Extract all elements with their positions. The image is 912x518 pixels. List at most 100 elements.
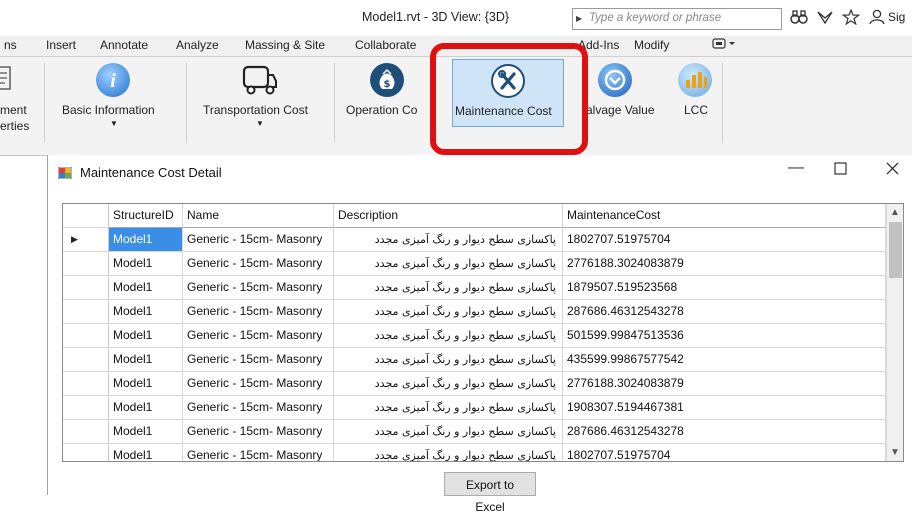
cell-description[interactable]: پاکسازی سطح دیوار و رنگ آمیزی مجدد — [334, 324, 563, 348]
tab-analyze[interactable]: Analyze — [176, 38, 219, 52]
cell-name[interactable]: Generic - 15cm- Masonry — [183, 300, 334, 324]
maximize-icon[interactable] — [834, 162, 847, 180]
expand-arrow-icon[interactable]: ▶ — [576, 14, 582, 23]
cell-maintenancecost[interactable]: 1802707.51975704 — [563, 444, 886, 461]
scroll-thumb[interactable] — [889, 222, 902, 278]
cell-description[interactable]: پاکسازی سطح دیوار و رنگ آمیزی مجدد — [334, 228, 563, 252]
tab-annotate[interactable]: Annotate — [100, 38, 148, 52]
properties-label-2: erties — [0, 119, 30, 133]
dropdown-arrow-icon[interactable]: ▼ — [110, 119, 118, 128]
transportation-cost-button[interactable]: Transportation Cost — [203, 103, 308, 117]
corner-cell[interactable] — [63, 204, 109, 228]
row-header[interactable] — [63, 372, 109, 396]
row-header[interactable] — [63, 348, 109, 372]
cell-structureid[interactable]: Model1 — [109, 372, 183, 396]
search-input[interactable]: ▶ Type a keyword or phrase — [572, 8, 782, 30]
communication-icon[interactable] — [816, 9, 834, 29]
row-header[interactable]: ▶ — [63, 228, 109, 252]
tab-modify[interactable]: Modify — [634, 38, 669, 52]
minimize-icon[interactable]: — — [788, 159, 804, 177]
row-header[interactable] — [63, 252, 109, 276]
panel-toggle-icon[interactable] — [712, 37, 738, 54]
scroll-up-icon[interactable]: ▲ — [890, 207, 900, 218]
dropdown-arrow-icon[interactable]: ▼ — [256, 119, 264, 128]
cell-name[interactable]: Generic - 15cm- Masonry — [183, 396, 334, 420]
cell-structureid[interactable]: Model1 — [109, 324, 183, 348]
cell-maintenancecost[interactable]: 1908307.5194467381 — [563, 396, 886, 420]
tab-massing-site[interactable]: Massing & Site — [245, 38, 325, 52]
ribbon-separator — [334, 63, 335, 143]
lcc-button[interactable]: LCC — [684, 103, 708, 117]
window-title: Model1.rvt - 3D View: {3D} — [362, 10, 510, 24]
cell-name[interactable]: Generic - 15cm- Masonry — [183, 276, 334, 300]
cell-maintenancecost[interactable]: 2776188.3024083879 — [563, 372, 886, 396]
cell-name[interactable]: Generic - 15cm- Masonry — [183, 348, 334, 372]
scroll-down-icon[interactable]: ▼ — [890, 447, 900, 458]
search-placeholder: Type a keyword or phrase — [589, 12, 722, 24]
tab-ns[interactable]: ns — [4, 38, 17, 52]
row-header[interactable] — [63, 300, 109, 324]
cell-structureid[interactable]: Model1 — [109, 252, 183, 276]
star-icon[interactable] — [841, 8, 861, 29]
column-header-description[interactable]: Description — [334, 204, 563, 228]
column-header-name[interactable]: Name — [183, 204, 334, 228]
cell-maintenancecost[interactable]: 1802707.51975704 — [563, 228, 886, 252]
basic-information-button[interactable]: Basic Information — [62, 103, 155, 117]
cell-description[interactable]: پاکسازی سطح دیوار و رنگ آمیزی مجدد — [334, 396, 563, 420]
cell-name[interactable]: Generic - 15cm- Masonry — [183, 228, 334, 252]
cell-description[interactable]: پاکسازی سطح دیوار و رنگ آمیزی مجدد — [334, 276, 563, 300]
cell-maintenancecost[interactable]: 435599.99867577542 — [563, 348, 886, 372]
cell-description[interactable]: پاکسازی سطح دیوار و رنگ آمیزی مجدد — [334, 348, 563, 372]
current-row-indicator-icon: ▶ — [71, 234, 78, 244]
close-icon[interactable] — [886, 162, 899, 180]
cell-name[interactable]: Generic - 15cm- Masonry — [183, 372, 334, 396]
row-header[interactable] — [63, 276, 109, 300]
cell-description[interactable]: پاکسازی سطح دیوار و رنگ آمیزی مجدد — [334, 420, 563, 444]
cell-name[interactable]: Generic - 15cm- Masonry — [183, 252, 334, 276]
cell-structureid[interactable]: Model1 — [109, 444, 183, 461]
cell-structureid[interactable]: Model1 — [109, 276, 183, 300]
sign-in-link[interactable]: Sig — [888, 10, 905, 24]
cell-name[interactable]: Generic - 15cm- Masonry — [183, 324, 334, 348]
maintenance-cost-grid[interactable]: StructureID Name Description Maintenance… — [62, 203, 904, 462]
row-header[interactable] — [63, 444, 109, 461]
recycle-icon[interactable] — [598, 63, 632, 97]
user-icon[interactable] — [868, 9, 886, 29]
cell-structureid[interactable]: Model1 — [109, 348, 183, 372]
cell-description[interactable]: پاکسازی سطح دیوار و رنگ آمیزی مجدد — [334, 444, 563, 461]
svg-text:i: i — [110, 70, 116, 92]
salvage-value-button[interactable]: alvage Value — [586, 103, 655, 117]
cell-maintenancecost[interactable]: 2776188.3024083879 — [563, 252, 886, 276]
operation-cost-button[interactable]: Operation Co — [346, 103, 417, 117]
tab-insert[interactable]: Insert — [46, 38, 76, 52]
money-bag-icon[interactable]: $ — [370, 63, 404, 97]
cell-maintenancecost[interactable]: 287686.46312543278 — [563, 420, 886, 444]
info-icon[interactable]: i — [96, 63, 130, 97]
column-header-maintenancecost[interactable]: MaintenanceCost — [563, 204, 886, 228]
cell-description[interactable]: پاکسازی سطح دیوار و رنگ آمیزی مجدد — [334, 252, 563, 276]
export-to-excel-button[interactable]: Export to Excel — [444, 472, 536, 514]
bar-chart-icon[interactable] — [678, 63, 712, 97]
properties-icon[interactable] — [0, 63, 16, 93]
truck-icon[interactable] — [240, 63, 277, 97]
column-header-structureid[interactable]: StructureID — [109, 204, 183, 228]
row-header[interactable] — [63, 420, 109, 444]
vertical-scrollbar[interactable]: ▲ ▼ — [886, 204, 903, 461]
cell-structureid[interactable]: Model1 — [109, 300, 183, 324]
cell-description[interactable]: پاکسازی سطح دیوار و رنگ آمیزی مجدد — [334, 300, 563, 324]
cell-description[interactable]: پاکسازی سطح دیوار و رنگ آمیزی مجدد — [334, 372, 563, 396]
cell-structureid[interactable]: Model1 — [109, 420, 183, 444]
cell-structureid[interactable]: Model1 — [109, 396, 183, 420]
cell-maintenancecost[interactable]: 287686.46312543278 — [563, 300, 886, 324]
binoculars-icon[interactable] — [790, 9, 808, 29]
svg-text:$: $ — [384, 79, 391, 90]
dialog-title: Maintenance Cost Detail — [80, 165, 222, 180]
cell-name[interactable]: Generic - 15cm- Masonry — [183, 420, 334, 444]
cell-name[interactable]: Generic - 15cm- Masonry — [183, 444, 334, 461]
tab-collaborate[interactable]: Collaborate — [355, 38, 416, 52]
cell-maintenancecost[interactable]: 501599.99847513536 — [563, 324, 886, 348]
row-header[interactable] — [63, 396, 109, 420]
cell-structureid[interactable]: Model1 — [109, 228, 183, 252]
row-header[interactable] — [63, 324, 109, 348]
cell-maintenancecost[interactable]: 1879507.519523568 — [563, 276, 886, 300]
